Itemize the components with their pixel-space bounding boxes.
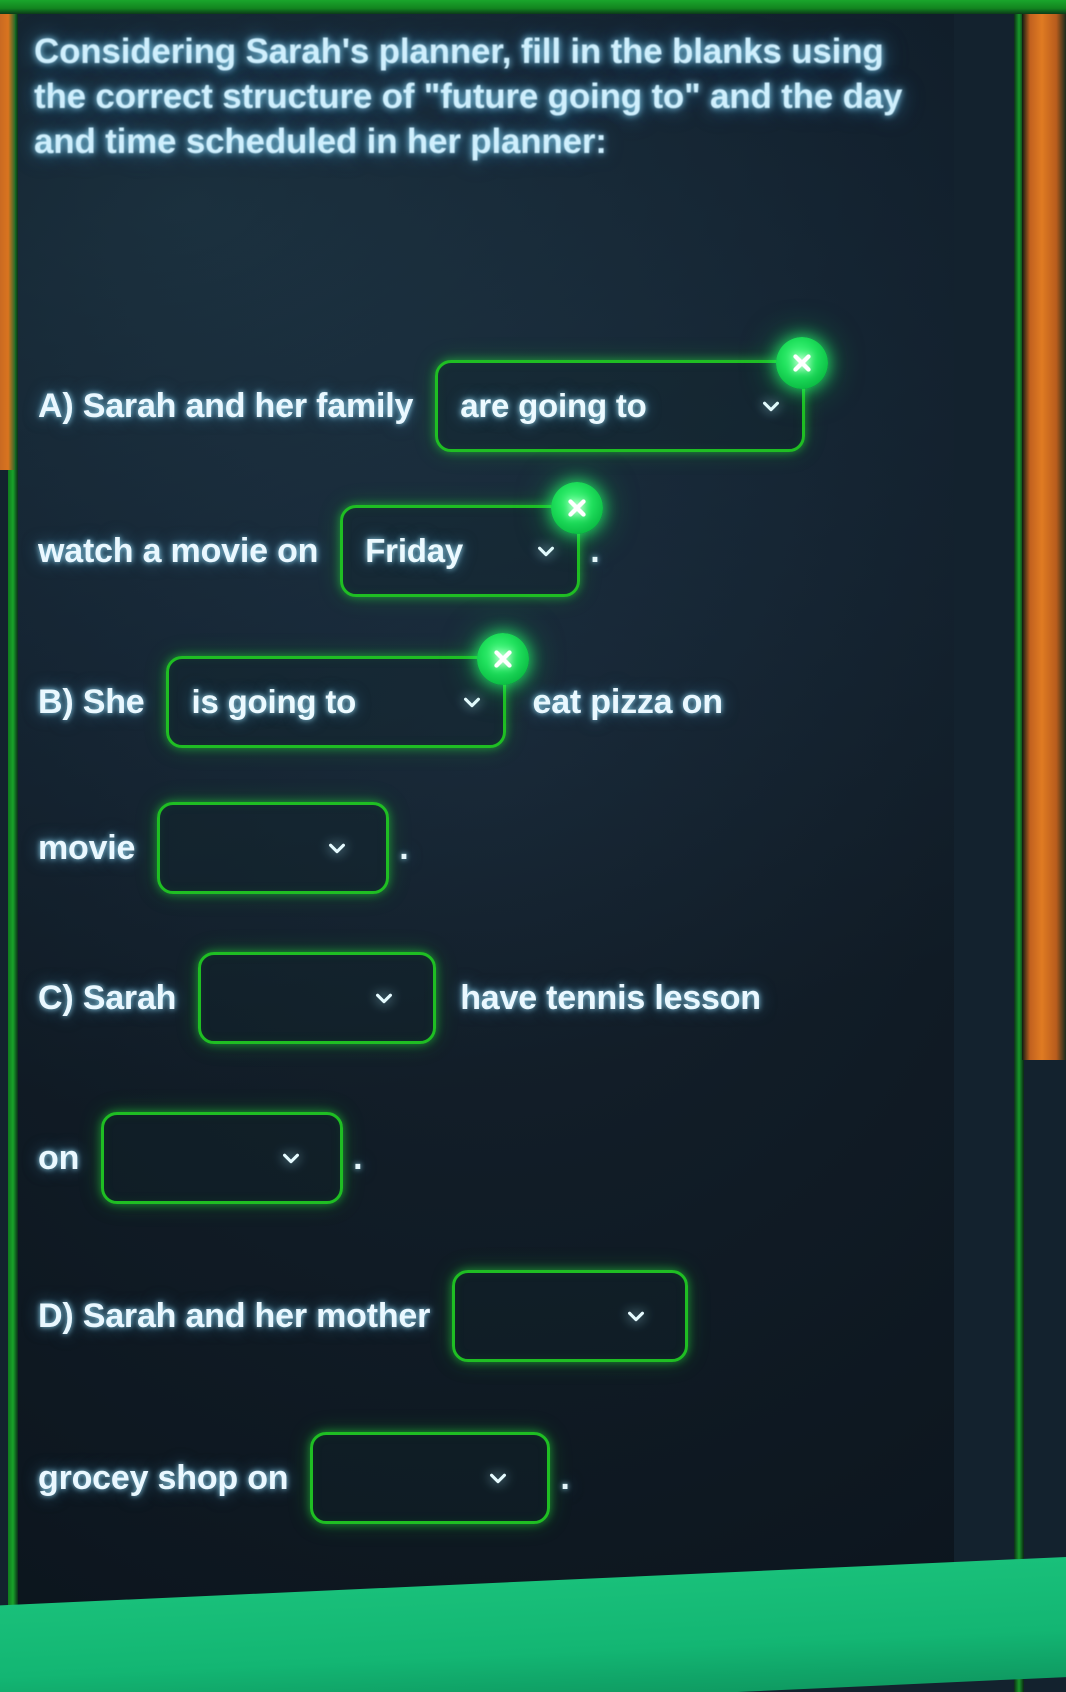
question-d-line-1: D) Sarah and her mother: [38, 1270, 689, 1362]
chevron-down-icon: [628, 1311, 645, 1322]
answer-c-structure-select[interactable]: [198, 952, 437, 1044]
chevron-down-icon: [538, 546, 555, 557]
screen-viewport: Considering Sarah's planner, fill in the…: [16, 12, 954, 1632]
question-b-line-1: B) She is going to eat pizza on: [38, 633, 723, 748]
answer-a-structure-value: are going to: [460, 387, 647, 424]
answer-a-day-error-badge[interactable]: [551, 482, 604, 534]
answer-a-structure-select[interactable]: are going to: [435, 337, 829, 452]
question-b-line-2: movie .: [38, 802, 409, 894]
question-b-prefix: B) She: [38, 682, 145, 721]
question-b-period: .: [399, 828, 409, 867]
answer-b-day-select[interactable]: [157, 802, 390, 894]
answer-c-day-select[interactable]: [101, 1112, 344, 1204]
chevron-down-icon: [490, 1473, 507, 1484]
answer-a-day-select[interactable]: Friday: [340, 482, 604, 597]
answer-b-structure-error-badge[interactable]: [477, 633, 530, 685]
chevron-down-icon: [464, 697, 481, 708]
chevron-down-icon: [376, 993, 393, 1004]
question-c-suffix: have tennis lesson: [460, 978, 761, 1017]
question-a-line-1: A) Sarah and her family are going to: [38, 337, 829, 452]
question-d-period: .: [560, 1458, 570, 1497]
bezel-top-edge: [0, 0, 1066, 14]
chevron-down-icon: [283, 1153, 300, 1164]
question-c-line-1: C) Sarah have tennis lesson: [38, 952, 761, 1044]
chevron-down-icon: [329, 843, 346, 854]
exercise-prompt: Considering Sarah's planner, fill in the…: [34, 32, 903, 161]
chevron-down-icon: [763, 401, 780, 412]
question-b-second-prefix: movie: [38, 828, 136, 867]
answer-b-structure-value: is going to: [191, 683, 357, 720]
question-d-second-prefix: grocey shop on: [38, 1458, 289, 1497]
close-x-icon: [494, 650, 513, 668]
answer-d-structure-select[interactable]: [452, 1270, 689, 1362]
bezel-right-orange-strip: [1022, 0, 1066, 1060]
question-c-second-prefix: on: [38, 1138, 80, 1177]
question-c-line-2: on .: [38, 1112, 363, 1204]
question-a-line-2: watch a movie on Friday .: [38, 482, 604, 597]
question-c-period: .: [353, 1138, 363, 1177]
question-a-prefix: A) Sarah and her family: [38, 386, 414, 425]
question-d-line-2: grocey shop on .: [38, 1432, 570, 1524]
answer-b-structure-select[interactable]: is going to: [166, 633, 530, 748]
exercise-container: Considering Sarah's planner, fill in the…: [16, 12, 954, 1524]
answer-a-structure-error-badge[interactable]: [776, 337, 829, 389]
answer-a-day-value: Friday: [365, 532, 464, 569]
screenshot-root: Considering Sarah's planner, fill in the…: [0, 0, 1066, 1692]
question-a-period: .: [590, 531, 600, 570]
question-b-suffix: eat pizza on: [532, 682, 723, 721]
question-a-middle-text: watch a movie on: [38, 531, 319, 570]
answer-d-day-select[interactable]: [310, 1432, 551, 1524]
bezel-left-orange-strip: [0, 0, 15, 470]
question-c-prefix: C) Sarah: [38, 978, 177, 1017]
close-x-icon: [793, 354, 811, 372]
close-x-icon: [568, 499, 586, 517]
question-d-prefix: D) Sarah and her mother: [38, 1296, 431, 1335]
